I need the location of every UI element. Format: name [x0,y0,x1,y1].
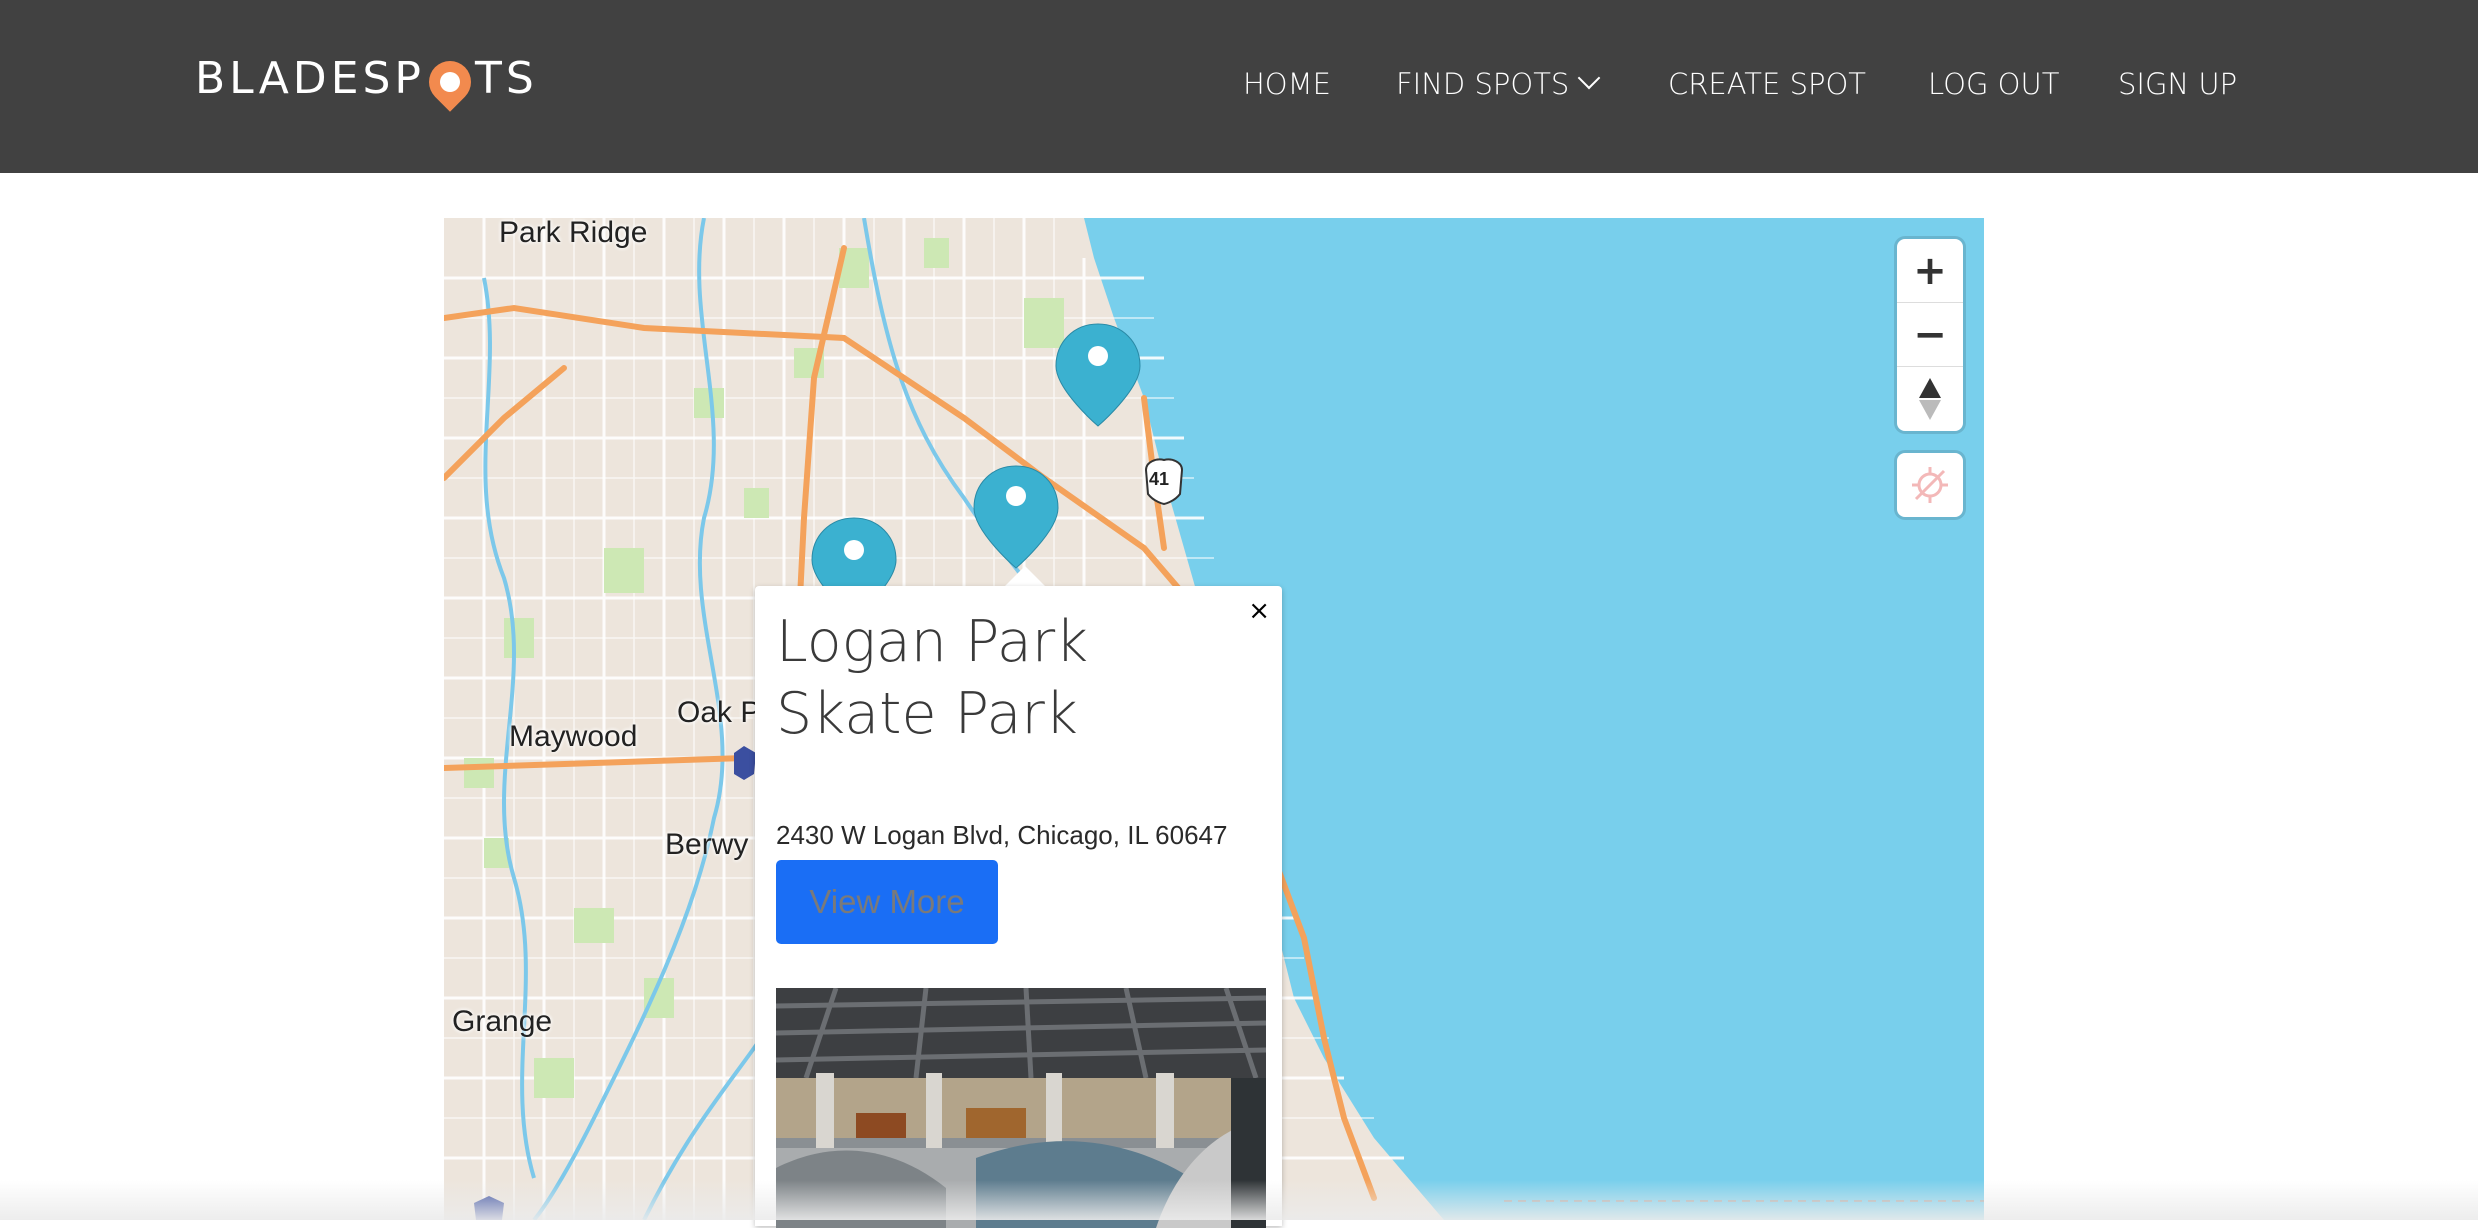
geolocate-button[interactable] [1897,453,1963,517]
map-label-oak-park: Oak P [677,696,761,729]
compass-icon [1919,378,1941,420]
geolocate-disabled-icon [1912,467,1948,503]
route-41-label: 41 [1149,469,1170,489]
bottom-fade [0,1180,2478,1220]
bladespots-logo[interactable]: BLADESP TS [195,48,538,112]
compass-button[interactable] [1897,367,1963,431]
zoom-out-button[interactable]: − [1897,303,1963,367]
view-more-button[interactable]: View More [776,860,998,944]
nav-log-out[interactable]: LOG OUT [1928,64,2059,104]
spot-title: Logan Park Skate Park [776,609,1089,747]
nav-find-spots-label: FIND SPOTS [1396,67,1570,101]
chevron-down-icon [1578,66,1601,90]
logo-text-left: BLADESP [195,52,425,104]
map-label-berwyn: Berwy [665,828,749,861]
popup-tip [1003,566,1047,588]
map-label-maywood: Maywood [509,720,638,753]
nav-home[interactable]: HOME [1243,64,1331,104]
nav-sign-up[interactable]: SIGN UP [2118,64,2237,104]
logo-text-right: TS [474,52,538,104]
zoom-in-button[interactable]: + [1897,239,1963,303]
map-zoom-controls: + − [1897,239,1963,431]
skate-pin-icon [420,52,480,112]
spot-popup: × Logan Park Skate Park 2430 W Logan Blv… [755,586,1282,1228]
map-label-park-ridge: Park Ridge [499,218,648,249]
map-label-grange: Grange [452,1005,553,1038]
nav-create-spot[interactable]: CREATE SPOT [1668,64,1866,104]
nav-find-spots[interactable]: FIND SPOTS [1396,64,1601,104]
spot-address: 2430 W Logan Blvd, Chicago, IL 60647 [776,820,1228,850]
navbar: BLADESP TS HOME FIND SPOTS CREATE SPOT L… [0,0,2478,173]
